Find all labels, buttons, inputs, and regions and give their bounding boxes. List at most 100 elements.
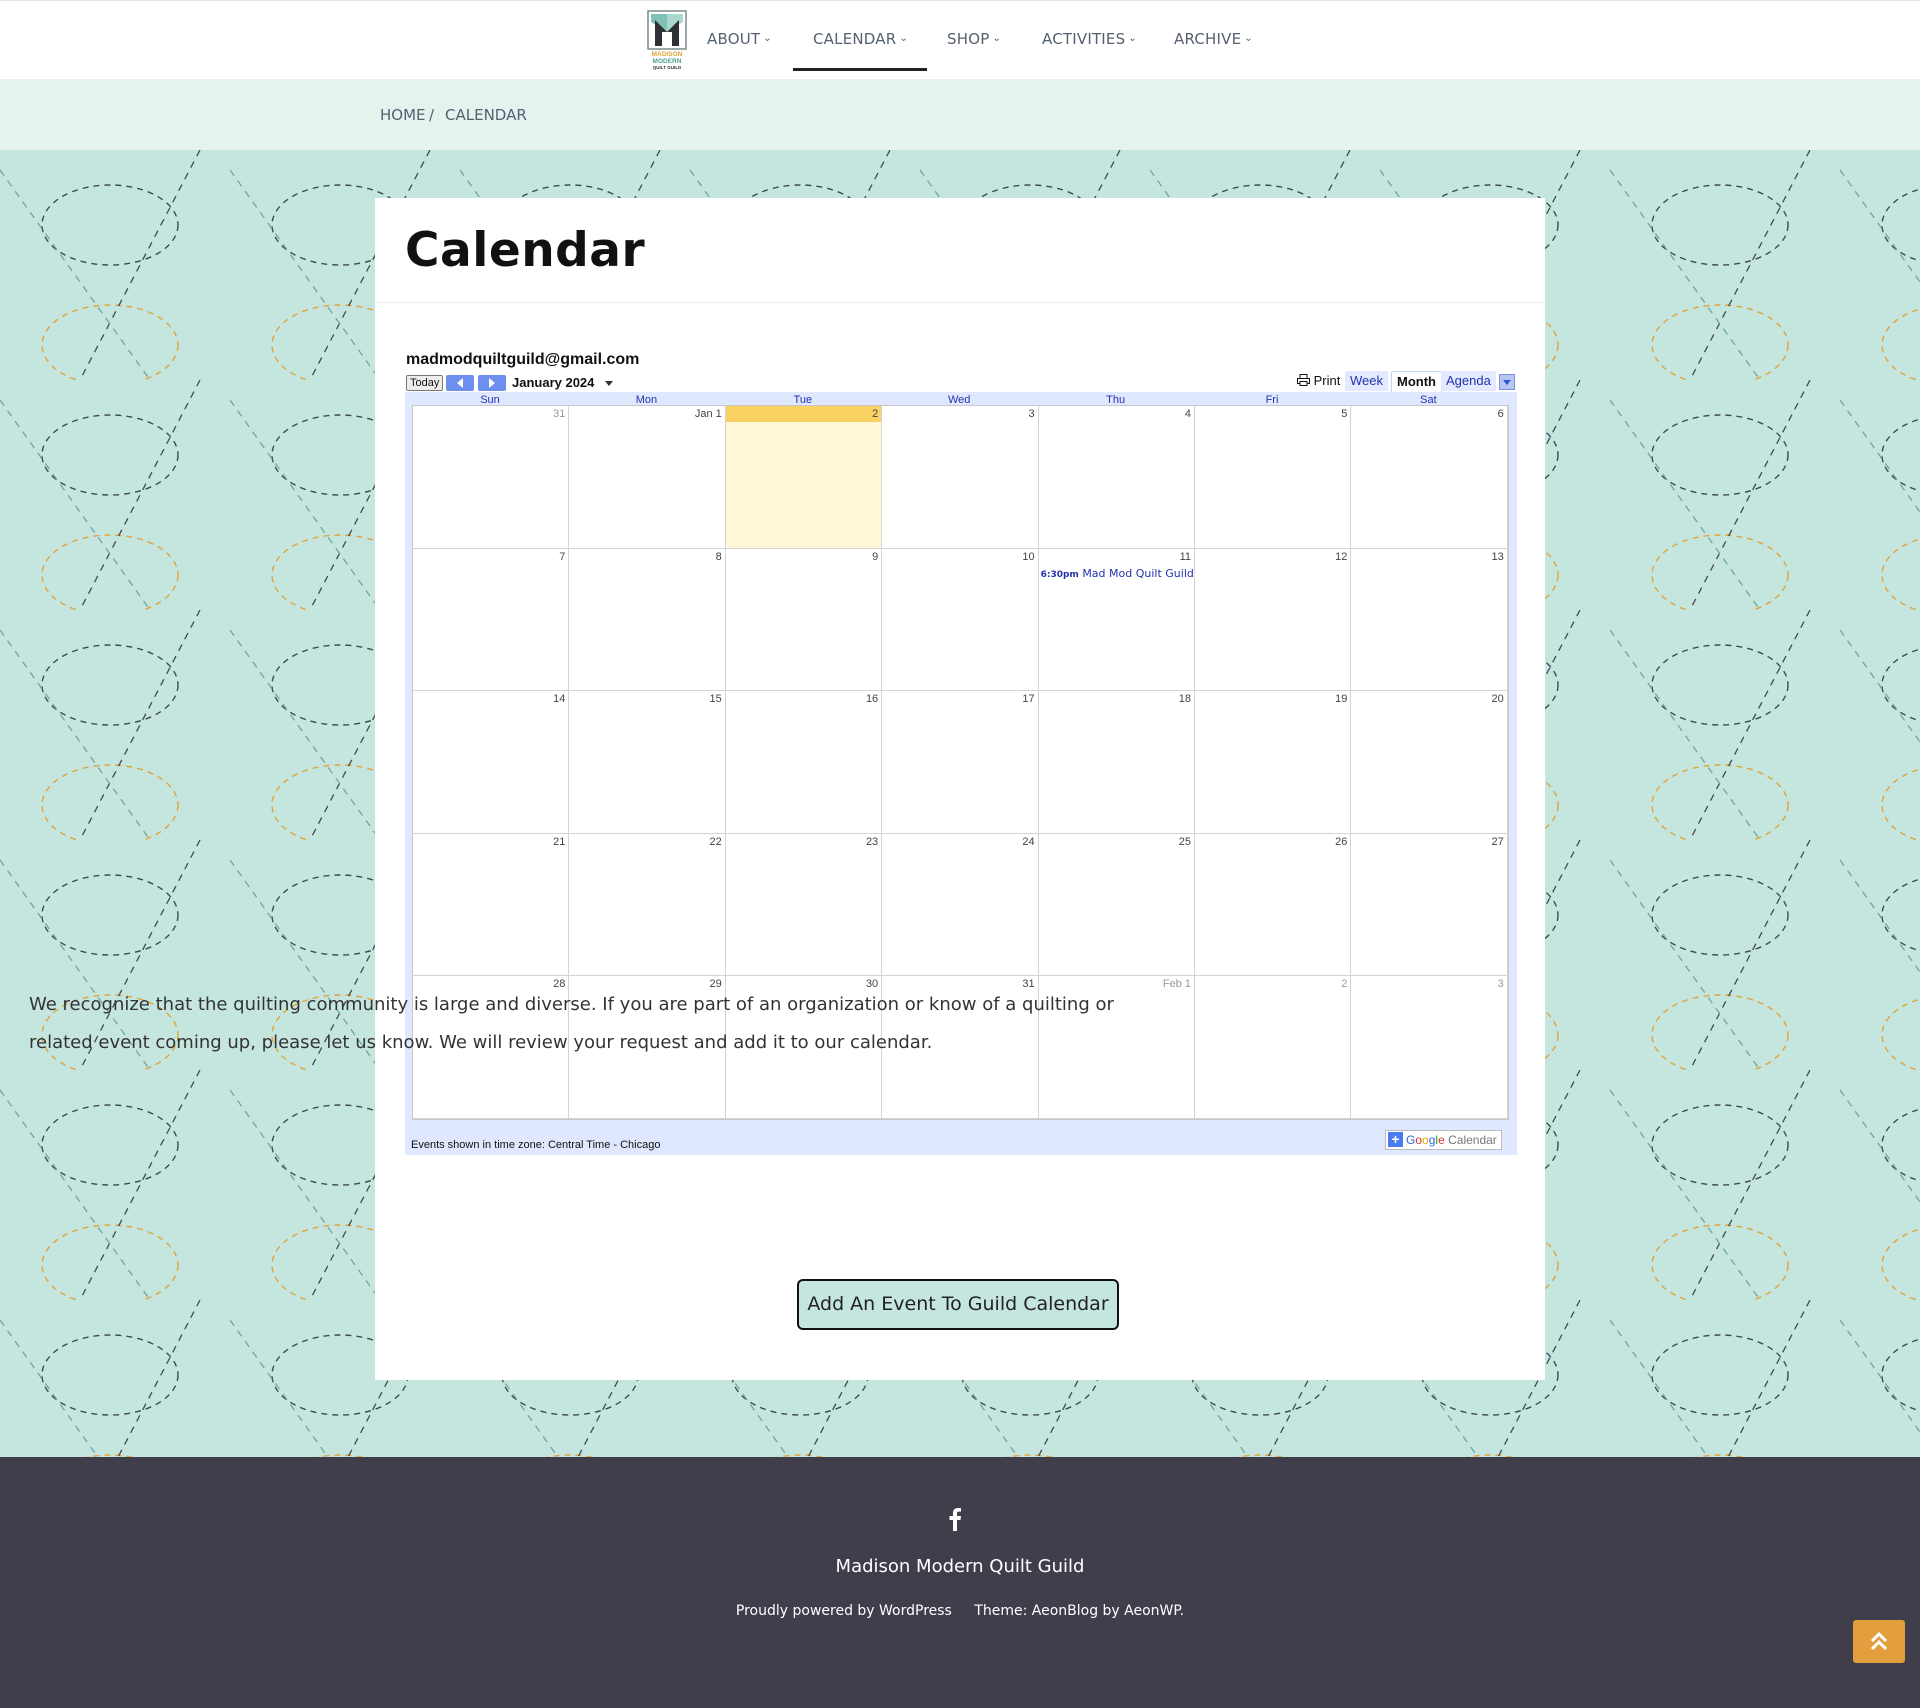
calendar-day-cell[interactable]: 19: [1195, 691, 1352, 834]
calendar-day-cell[interactable]: 20: [1351, 691, 1508, 834]
day-number: 27: [1491, 835, 1504, 848]
calendar-day-cell[interactable]: 13: [1351, 548, 1508, 692]
calendar-day-cell[interactable]: 5: [1195, 406, 1352, 549]
day-number: 6: [1497, 408, 1504, 420]
calendar-day-cell[interactable]: 16: [725, 691, 883, 834]
day-number: Feb 1: [1162, 978, 1191, 991]
tab-week[interactable]: Week: [1345, 371, 1388, 391]
calendar-day-cell[interactable]: 26: [1195, 833, 1352, 977]
timezone-note: Events shown in time zone: Central Time …: [411, 1139, 661, 1151]
calendar-day-cell[interactable]: 18: [1038, 691, 1195, 834]
day-number-bar: [569, 549, 724, 565]
day-number-bar: [413, 834, 568, 850]
nav-activities-label: ACTIVITIES: [1042, 30, 1126, 48]
calendar-day-cell[interactable]: 15: [569, 691, 726, 834]
calendar-day-cell[interactable]: Jan 1: [569, 406, 726, 549]
day-number: 5: [1341, 408, 1348, 420]
facebook-icon[interactable]: [948, 1507, 962, 1531]
calendar-event[interactable]: 6:30pm Mad Mod Quilt Guild: [1041, 567, 1194, 580]
calendar-day-cell[interactable]: 23: [725, 833, 883, 977]
nav-archive[interactable]: ARCHIVE ⌄: [1174, 30, 1253, 48]
nav-calendar[interactable]: CALENDAR ⌄: [813, 30, 908, 48]
calendar-day-cell[interactable]: 2: [725, 406, 883, 549]
calendar-day-cell[interactable]: 3: [882, 406, 1039, 549]
calendar-day-cell[interactable]: 7: [413, 548, 570, 692]
google-calendar-badge[interactable]: + Google Calendar: [1385, 1130, 1502, 1150]
top-navigation: MADISON MODERN QUILT GUILD ABOUT ⌄ CALEND…: [0, 0, 1920, 79]
event-time: 6:30pm: [1040, 569, 1079, 580]
day-number: 4: [1184, 408, 1191, 420]
nav-activities[interactable]: ACTIVITIES ⌄: [1042, 30, 1137, 48]
theme-credit-link[interactable]: Theme: AeonBlog by AeonWP.: [974, 1603, 1184, 1619]
day-number: 15: [709, 693, 722, 706]
day-number: 19: [1335, 693, 1348, 706]
day-number: 17: [1022, 693, 1035, 706]
calendar-day-cell[interactable]: 12: [1195, 548, 1352, 692]
day-number-bar: [1195, 549, 1350, 565]
day-number-bar: [1351, 834, 1506, 850]
calendar-day-cell[interactable]: 3: [1351, 976, 1508, 1119]
add-event-button[interactable]: Add An Event To Guild Calendar: [797, 1279, 1119, 1330]
calendar-day-cell[interactable]: 10: [882, 548, 1039, 692]
day-number: Jan 1: [694, 408, 722, 420]
breadcrumb-home[interactable]: HOME: [380, 106, 426, 124]
tab-month[interactable]: Month: [1391, 371, 1442, 392]
calendar-day-cell[interactable]: 25: [1038, 833, 1195, 977]
calendar-day-cell[interactable]: 22: [569, 833, 726, 977]
calendar-day-cell[interactable]: 4: [1038, 406, 1195, 549]
footer-site-name[interactable]: Madison Modern Quilt Guild: [0, 1556, 1920, 1577]
active-nav-indicator: [793, 68, 927, 71]
nav-shop[interactable]: SHOP ⌄: [947, 30, 1001, 48]
calendar-day-cell[interactable]: 14: [413, 691, 570, 834]
day-number-bar: [413, 406, 568, 422]
calendar-account: madmodquiltguild@gmail.com: [406, 351, 640, 368]
prev-month-button[interactable]: [446, 375, 474, 391]
tab-agenda[interactable]: Agenda: [1441, 371, 1496, 391]
day-number: 3: [1497, 978, 1504, 991]
chevron-down-icon: ⌄: [1128, 33, 1137, 44]
calendar-day-cell[interactable]: 24: [882, 833, 1039, 977]
calendar-day-cell[interactable]: 31: [413, 406, 570, 549]
day-number-bar: [1039, 691, 1194, 707]
chevron-down-icon: ⌄: [899, 33, 908, 44]
day-number: 18: [1178, 693, 1191, 706]
day-number: 20: [1491, 693, 1504, 706]
day-number-bar: [882, 549, 1037, 565]
calendar-day-cell[interactable]: 2: [1195, 976, 1352, 1119]
print-button[interactable]: Print: [1297, 373, 1340, 388]
view-dropdown-icon[interactable]: [1499, 374, 1515, 390]
day-number: 11: [1179, 550, 1191, 563]
powered-by-link[interactable]: Proudly powered by WordPress: [736, 1603, 952, 1619]
day-number-bar: [1351, 549, 1506, 565]
day-number-bar: [569, 691, 724, 707]
calendar-wordmark: Calendar: [1448, 1133, 1497, 1147]
day-number-bar: [882, 406, 1037, 422]
calendar-day-cell[interactable]: 8: [569, 548, 726, 692]
today-button[interactable]: Today: [406, 375, 444, 391]
back-to-top-button[interactable]: [1853, 1620, 1905, 1663]
calendar-day-cell[interactable]: 21: [413, 833, 570, 977]
event-title: Mad Mod Quilt Guild: [1082, 566, 1194, 580]
printer-icon: [1297, 373, 1314, 388]
site-logo[interactable]: MADISON MODERN QUILT GUILD: [647, 10, 687, 71]
current-month-label[interactable]: January 2024: [512, 375, 594, 390]
day-number: 16: [865, 693, 879, 706]
calendar-day-cell[interactable]: 11 6:30pm Mad Mod Quilt Guild: [1038, 548, 1195, 692]
day-number: 3: [1028, 408, 1035, 420]
next-month-button[interactable]: [478, 375, 506, 391]
nav-archive-label: ARCHIVE: [1174, 30, 1242, 48]
breadcrumb: HOME / CALENDAR: [0, 79, 1920, 150]
nav-about[interactable]: ABOUT ⌄: [707, 30, 772, 48]
calendar-day-cell[interactable]: 6: [1351, 406, 1508, 549]
day-number: 9: [872, 550, 879, 563]
nav-calendar-label: CALENDAR: [813, 30, 897, 48]
day-number-bar: [1195, 691, 1350, 707]
page-title: Calendar: [405, 223, 646, 278]
calendar-day-cell[interactable]: 17: [882, 691, 1039, 834]
calendar-day-cell[interactable]: 27: [1351, 833, 1508, 977]
title-divider: [375, 302, 1545, 303]
day-number-bar: [1351, 406, 1506, 422]
day-number-bar: [413, 549, 568, 565]
calendar-day-cell[interactable]: 9: [725, 548, 883, 692]
month-dropdown-icon[interactable]: [605, 381, 613, 386]
